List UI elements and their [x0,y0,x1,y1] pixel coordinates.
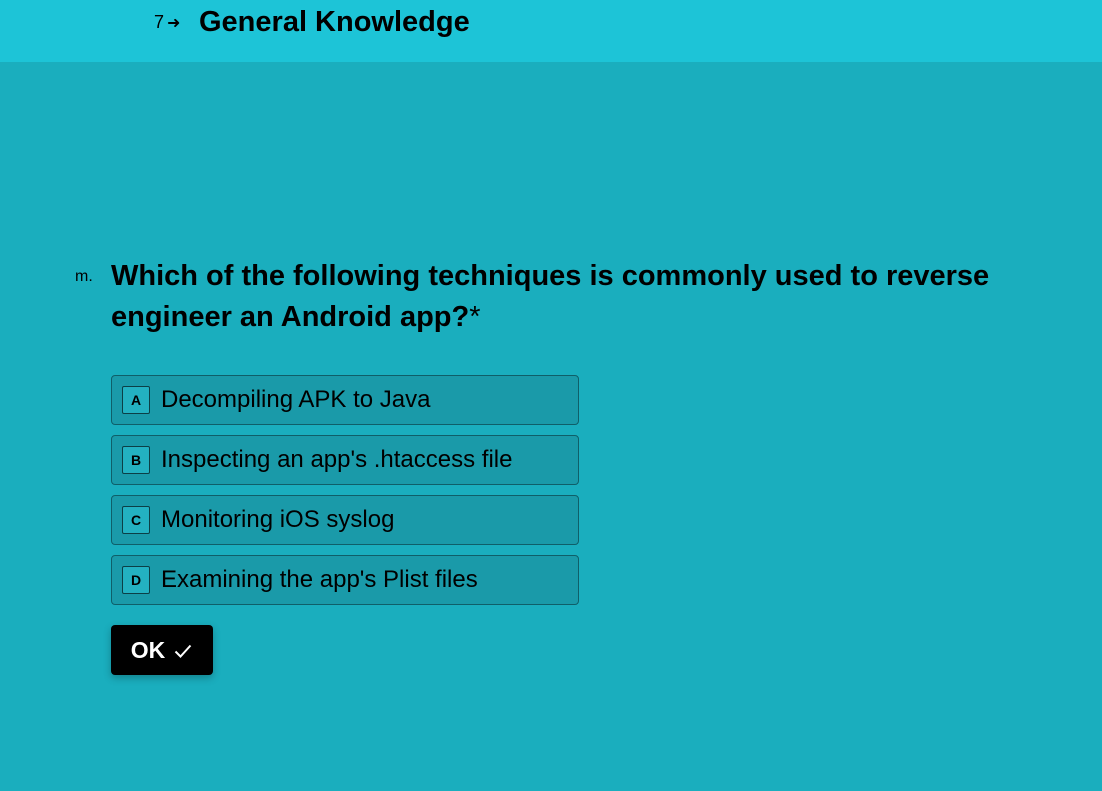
question-prefix: m. [75,268,93,285]
choice-option-c[interactable]: C Monitoring iOS syslog [111,495,579,545]
previous-question-number: 7 ➜ [154,12,180,33]
previous-question-title: General Knowledge [199,6,470,38]
ok-button[interactable]: OK [111,625,213,675]
choice-option-b[interactable]: B Inspecting an app's .htaccess file [111,435,579,485]
choice-list: A Decompiling APK to Java B Inspecting a… [111,375,579,615]
choice-key: C [122,506,150,534]
choice-label: Decompiling APK to Java [161,386,431,413]
choice-key: A [122,386,150,414]
question-text: Which of the following techniques is com… [111,260,990,333]
arrow-right-icon: ➜ [167,14,181,32]
choice-label: Monitoring iOS syslog [161,506,395,533]
choice-option-a[interactable]: A Decompiling APK to Java [111,375,579,425]
ok-button-label: OK [130,636,166,663]
choice-key: D [122,566,150,594]
previous-question-banner[interactable]: 7 ➜ General Knowledge [0,0,1102,62]
choice-label: Inspecting an app's .htaccess file [161,446,513,473]
checkmark-icon [173,640,193,660]
question-title: Which of the following techniques is com… [111,256,1051,338]
choice-label: Examining the app's Plist files [161,566,478,593]
choice-key: B [122,446,150,474]
required-marker: * [469,301,481,333]
choice-option-d[interactable]: D Examining the app's Plist files [111,555,579,605]
question-number: 7 [154,12,165,32]
